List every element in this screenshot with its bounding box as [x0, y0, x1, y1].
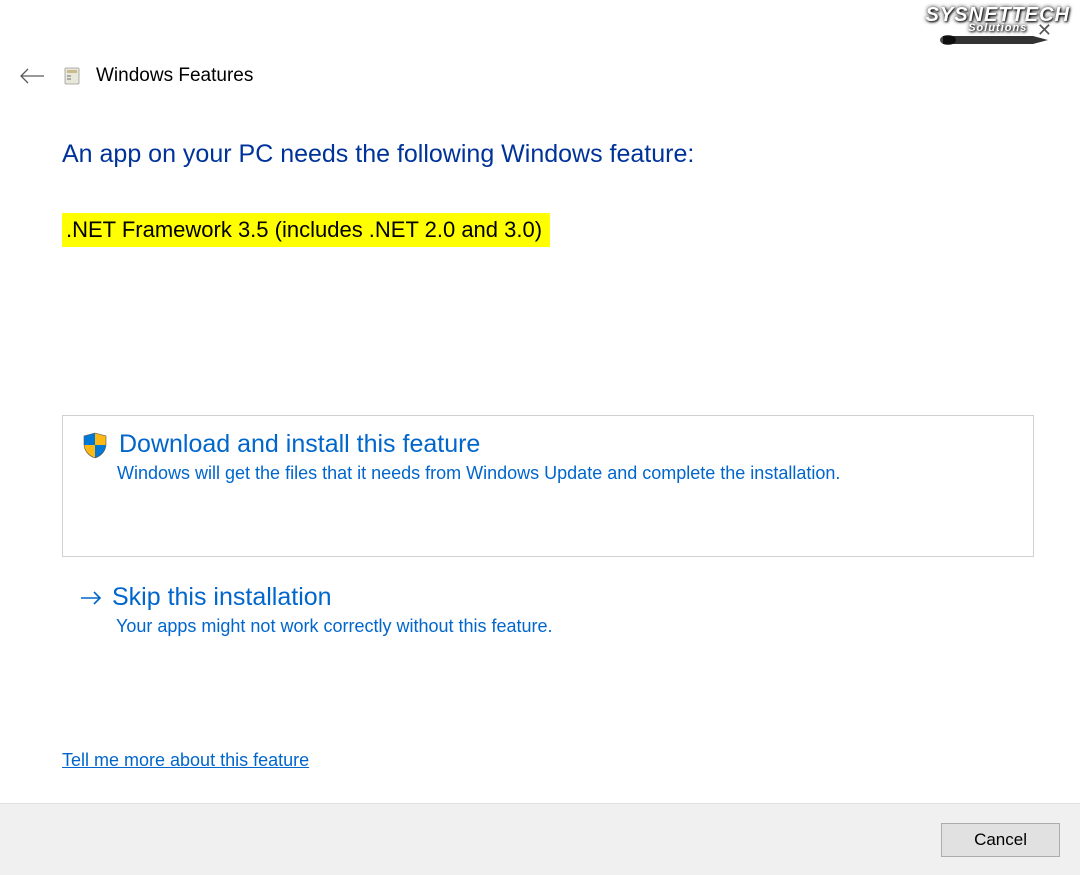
dialog-title: Windows Features: [96, 65, 253, 87]
feature-name-highlight: .NET Framework 3.5 (includes .NET 2.0 an…: [62, 213, 550, 247]
dialog-content: An app on your PC needs the following Wi…: [0, 90, 1080, 643]
content-heading: An app on your PC needs the following Wi…: [62, 140, 1034, 169]
windows-features-icon: [62, 66, 82, 86]
back-button[interactable]: [16, 62, 48, 90]
options-list: Download and install this feature Window…: [62, 415, 1034, 643]
tell-me-more-link[interactable]: Tell me more about this feature: [62, 750, 309, 771]
option-download-title: Download and install this feature: [119, 430, 480, 459]
option-skip-title: Skip this installation: [112, 583, 332, 612]
arrow-left-icon: [19, 67, 45, 85]
dialog-header: Windows Features: [0, 0, 1080, 90]
cancel-button[interactable]: Cancel: [941, 823, 1060, 857]
shield-icon: [81, 431, 109, 459]
option-skip-desc: Your apps might not work correctly witho…: [116, 616, 1016, 637]
close-button[interactable]: ✕: [1037, 20, 1052, 41]
option-download-install[interactable]: Download and install this feature Window…: [62, 415, 1034, 557]
option-download-desc: Windows will get the files that it needs…: [117, 463, 1015, 484]
option-skip-installation[interactable]: Skip this installation Your apps might n…: [62, 575, 1034, 643]
arrow-right-icon: [80, 587, 102, 609]
dialog-footer: Cancel: [0, 803, 1080, 875]
